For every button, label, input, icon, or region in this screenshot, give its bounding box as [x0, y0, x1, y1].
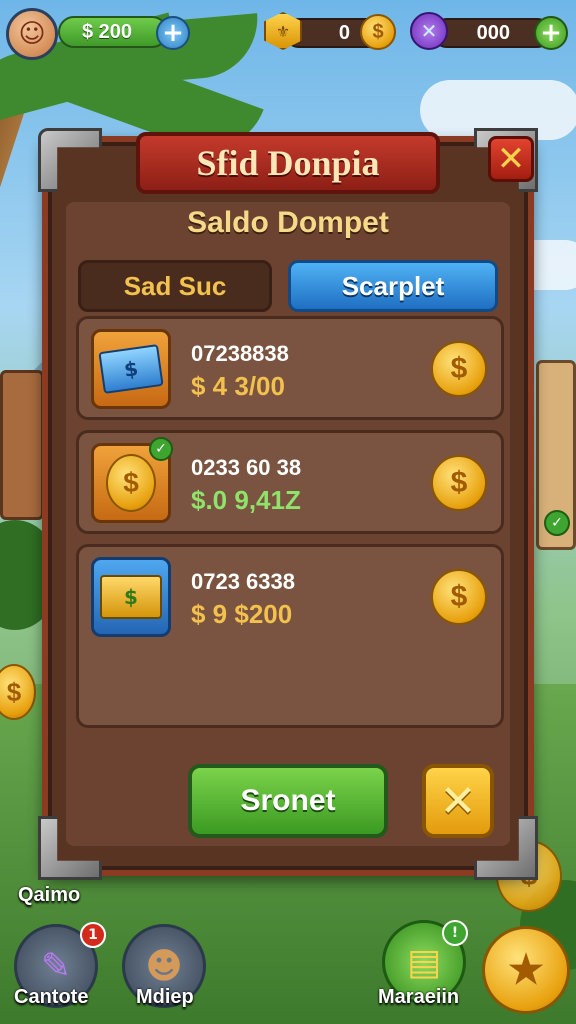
dialog-subtitle: Saldo Dompet — [187, 206, 389, 239]
gem-value: 000 — [476, 21, 510, 44]
confirm-button[interactable]: Sronet — [188, 764, 388, 838]
nav-label: Maraeiin — [378, 986, 460, 1008]
dialog-title-banner: Sfid Donpia — [136, 132, 440, 194]
close-button[interactable]: ✕ — [488, 136, 534, 182]
crossed-swords-icon: ✕ — [410, 12, 448, 50]
transaction-id: 0233 60 38 — [191, 455, 302, 480]
house — [0, 370, 44, 520]
coin-icon[interactable]: $ — [431, 341, 487, 397]
notification-badge: 1 — [80, 922, 106, 948]
cash-value: $ 200 — [82, 20, 133, 43]
coin-icon: $ — [360, 14, 396, 50]
add-gems-button[interactable]: + — [534, 16, 568, 50]
character-icon: ☻ — [145, 945, 183, 987]
cancel-button[interactable]: ✕ — [422, 764, 494, 838]
transaction-id: 0723 6338 — [191, 569, 295, 594]
player-avatar[interactable]: ☺ — [6, 8, 58, 60]
check-badge-icon: ✓ — [544, 510, 570, 536]
transaction-amount: $.0 9,41Z — [191, 485, 301, 515]
nav-label: Mdiep — [136, 986, 194, 1008]
tab-label: Scarplet — [341, 270, 445, 301]
add-cash-button[interactable]: + — [156, 16, 190, 50]
coin-icon[interactable]: $ — [431, 455, 487, 511]
coin-icon[interactable]: $ — [431, 569, 487, 625]
top-hud: ☺ $ 200 + 0 ⚜ $ 000 ✕ + — [0, 8, 576, 60]
nav-label: Cantote — [14, 986, 89, 1008]
money-bundle-icon: $ — [91, 557, 171, 637]
transaction-id: 07238838 — [191, 341, 289, 366]
star-coin-button[interactable]: ★ — [482, 926, 570, 1014]
wallet-row[interactable]: $ ✓ 0233 60 38 $.0 9,41Z $ — [76, 430, 504, 534]
transaction-amount: $ 4 3/00 — [191, 371, 285, 401]
paint-brush-icon: ✎ — [40, 945, 72, 987]
cash-counter: $ 200 — [58, 16, 168, 48]
tab-first[interactable]: Sad Suc — [78, 260, 272, 312]
dialog-title: Sfid Donpia — [196, 143, 380, 183]
cash-stack-icon: $ — [91, 329, 171, 409]
cancel-icon: ✕ — [439, 775, 477, 827]
star-icon: ★ — [508, 948, 544, 992]
tab-label: Sad Suc — [123, 270, 227, 301]
wallet-row[interactable]: $ 07238838 $ 4 3/00 $ — [76, 316, 504, 420]
cash-stack-icon: ▤ — [406, 941, 441, 983]
close-icon: ✕ — [496, 139, 526, 179]
gold-value: 0 — [338, 21, 350, 44]
check-badge-icon: ✓ — [149, 437, 173, 461]
info-badge-icon: ! — [442, 920, 468, 946]
nav-left-label: Qaimo — [18, 884, 81, 906]
transaction-amount: $ 9 $200 — [191, 599, 293, 629]
wallet-row[interactable]: $ 0723 6338 $ 9 $200 $ — [76, 544, 504, 728]
confirm-label: Sronet — [240, 784, 336, 817]
tab-second[interactable]: Scarplet — [288, 260, 498, 312]
